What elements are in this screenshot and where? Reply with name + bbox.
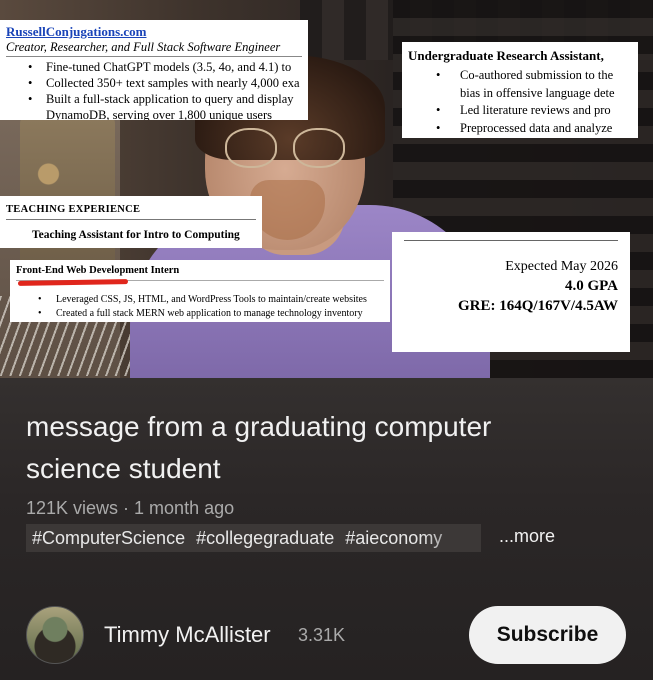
resume-heading: Undergraduate Research Assistant, — [408, 48, 604, 63]
resume-role: Creator, Researcher, and Full Stack Soft… — [6, 40, 302, 57]
resume-heading: Front-End Web Development Intern — [16, 265, 384, 286]
resume-bullet: Collected 350+ text samples with nearly … — [6, 75, 302, 91]
resume-bullet: Built a full-stack application to query … — [6, 91, 302, 107]
video-title[interactable]: message from a graduating computer scien… — [26, 406, 586, 490]
channel-name[interactable]: Timmy McAllister — [104, 622, 271, 648]
more-button[interactable]: ...more — [499, 526, 555, 547]
resume-bullet-list: Fine-tuned ChatGPT models (3.5, 4o, and … — [6, 59, 302, 120]
resume-card-intern: Front-End Web Development Intern Leverag… — [10, 260, 390, 322]
hashtag-link[interactable]: #collegegraduate — [196, 528, 334, 548]
subscribe-button[interactable]: Subscribe — [469, 606, 626, 664]
resume-bullet-list: Co-authored submission to the bias in of… — [408, 67, 632, 137]
video-meta[interactable]: 121K views · 1 month ago — [26, 498, 234, 519]
resume-card-projects: RussellConjugations.com Creator, Researc… — [0, 20, 308, 120]
resume-link: RussellConjugations.com — [6, 24, 147, 39]
resume-bullet: Fine-tuned ChatGPT models (3.5, 4o, and … — [6, 59, 302, 75]
gpa: 4.0 GPA — [564, 278, 618, 294]
resume-bullet: Preprocessed data and analyze — [408, 120, 632, 138]
resume-bullet: Led literature reviews and pro — [408, 102, 632, 120]
gre-score: GRE: 164Q/167V/4.5AW — [457, 298, 618, 314]
resume-bullet-continuation: bias in offensive language dete — [460, 85, 615, 100]
resume-bullet: Created a full stack MERN web applicatio… — [16, 307, 384, 320]
resume-bullet: Leveraged CSS, JS, HTML, and WordPress T… — [16, 293, 384, 306]
graduation-date: Expected May 2026 — [505, 259, 618, 274]
resume-bullet-continuation: DynamoDB, serving over 1,800 unique user… — [46, 108, 273, 120]
glasses — [225, 128, 345, 170]
video-info-panel: message from a graduating computer scien… — [0, 378, 653, 680]
resume-card-education: Expected May 2026 4.0 GPA GRE: 164Q/167V… — [392, 232, 630, 352]
resume-bullet-list: Leveraged CSS, JS, HTML, and WordPress T… — [16, 293, 384, 320]
video-player[interactable]: RussellConjugations.com Creator, Researc… — [0, 0, 653, 378]
subscriber-count: 3.31K — [298, 625, 346, 645]
hashtag-link[interactable]: #aieconomy — [345, 528, 442, 548]
divider — [404, 240, 618, 241]
channel-avatar[interactable] — [26, 606, 84, 664]
description-row: #ComputerScience #collegegraduate #aieco… — [26, 524, 636, 552]
red-underline-mark — [17, 279, 129, 286]
resume-position: Teaching Assistant for Intro to Computin… — [32, 229, 240, 241]
resume-bullet: Co-authored submission to the — [408, 67, 632, 85]
resume-card-research: Undergraduate Research Assistant, Co-aut… — [402, 42, 638, 138]
channel-row: Timmy McAllister 3.31K Subscribe — [26, 606, 636, 666]
resume-section-label: Teaching Experience — [6, 204, 256, 220]
hashtag-link[interactable]: #ComputerScience — [32, 528, 185, 548]
hashtag-list: #ComputerScience #collegegraduate #aieco… — [26, 524, 481, 552]
resume-card-teaching: Teaching Experience Teaching Assistant f… — [0, 196, 262, 248]
resume-heading-text: Front-End Web Development Intern — [16, 265, 180, 276]
